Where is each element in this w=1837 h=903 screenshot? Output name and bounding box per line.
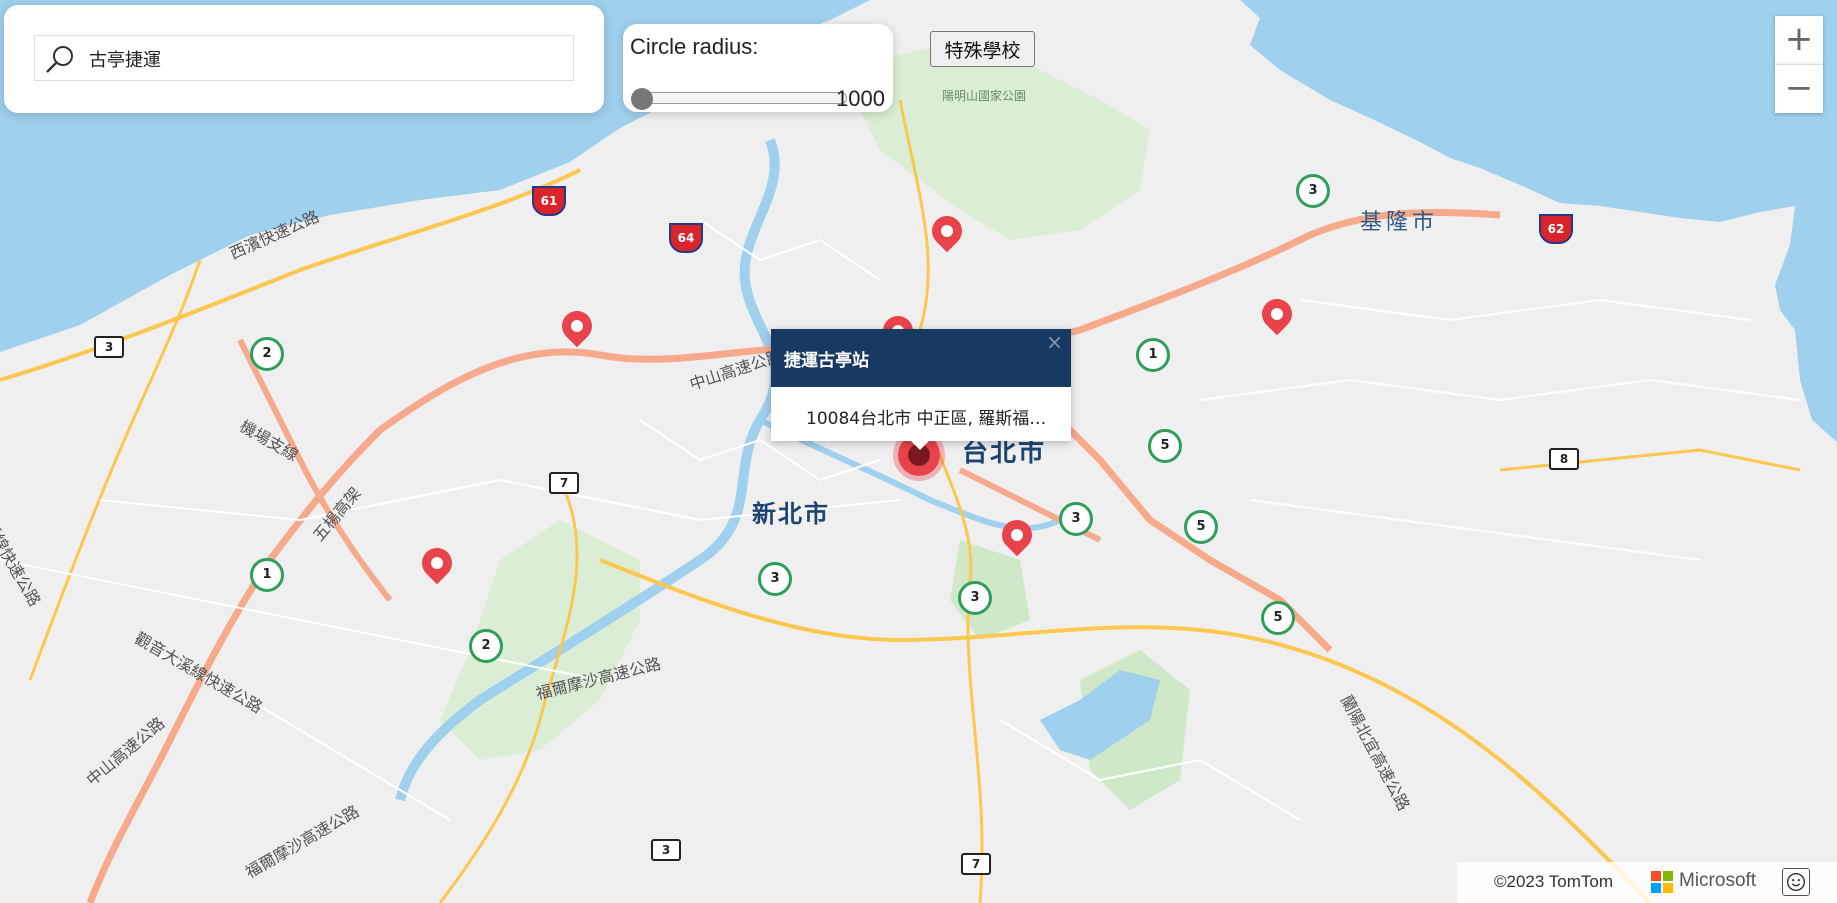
- attribution-bar: ©2023 TomTom Microsoft: [1457, 862, 1837, 903]
- route-shield-flower: 5: [1148, 429, 1182, 463]
- radius-panel: Circle radius: 1000: [623, 24, 893, 112]
- zoom-in-button[interactable]: +: [1775, 16, 1823, 64]
- info-popup: 捷運古亭站 × 10084台北市 中正區, 羅斯福…: [771, 329, 1071, 450]
- highway-shield: 64: [669, 223, 703, 253]
- route-shield-flower: 1: [1136, 338, 1170, 372]
- route-shield-flower: 1: [250, 558, 284, 592]
- popup-title: 捷運古亭站: [784, 351, 869, 371]
- search-input[interactable]: [87, 42, 561, 76]
- route-shield-flower: 2: [469, 629, 503, 663]
- route-shield: 7: [549, 472, 579, 494]
- special-school-button[interactable]: 特殊學校: [930, 31, 1035, 67]
- popup-header: 捷運古亭站 ×: [771, 329, 1071, 387]
- highway-shield: 62: [1539, 214, 1573, 244]
- route-shield-flower: 3: [1059, 502, 1093, 536]
- route-shield: 8: [1549, 448, 1579, 470]
- radius-slider-thumb[interactable]: [631, 88, 653, 110]
- route-shield-flower: 3: [1296, 174, 1330, 208]
- route-shield: 3: [94, 336, 124, 358]
- route-shield-flower: 5: [1261, 601, 1295, 635]
- route-shield-flower: 3: [958, 581, 992, 615]
- radius-slider-track[interactable]: [639, 92, 847, 104]
- zoom-out-button[interactable]: −: [1775, 64, 1823, 113]
- search-panel: [4, 5, 604, 113]
- popup-address: 10084台北市 中正區, 羅斯福…: [806, 409, 1047, 429]
- route-shield: 3: [651, 839, 681, 861]
- microsoft-logo-icon: [1651, 871, 1673, 893]
- route-shield-flower: 2: [250, 337, 284, 371]
- city-label-keelung: 基隆市: [1360, 210, 1439, 235]
- close-icon[interactable]: ×: [1046, 330, 1063, 354]
- popup-pointer: [910, 440, 930, 450]
- route-shield: 7: [961, 853, 991, 875]
- search-box[interactable]: [34, 35, 574, 81]
- brand-text: Microsoft: [1679, 870, 1757, 891]
- city-label-new-taipei: 新北市: [752, 500, 830, 528]
- highway-shield: 61: [532, 186, 566, 216]
- search-icon: [46, 46, 73, 73]
- copyright-text: ©2023 TomTom: [1494, 872, 1613, 891]
- route-shield-flower: 5: [1184, 510, 1218, 544]
- radius-value: 1000: [836, 86, 885, 111]
- radius-label: Circle radius:: [630, 34, 759, 59]
- route-shield-flower: 3: [758, 562, 792, 596]
- feedback-smiley-icon[interactable]: [1782, 868, 1810, 896]
- park-label: 陽明山國家公園: [942, 89, 1027, 103]
